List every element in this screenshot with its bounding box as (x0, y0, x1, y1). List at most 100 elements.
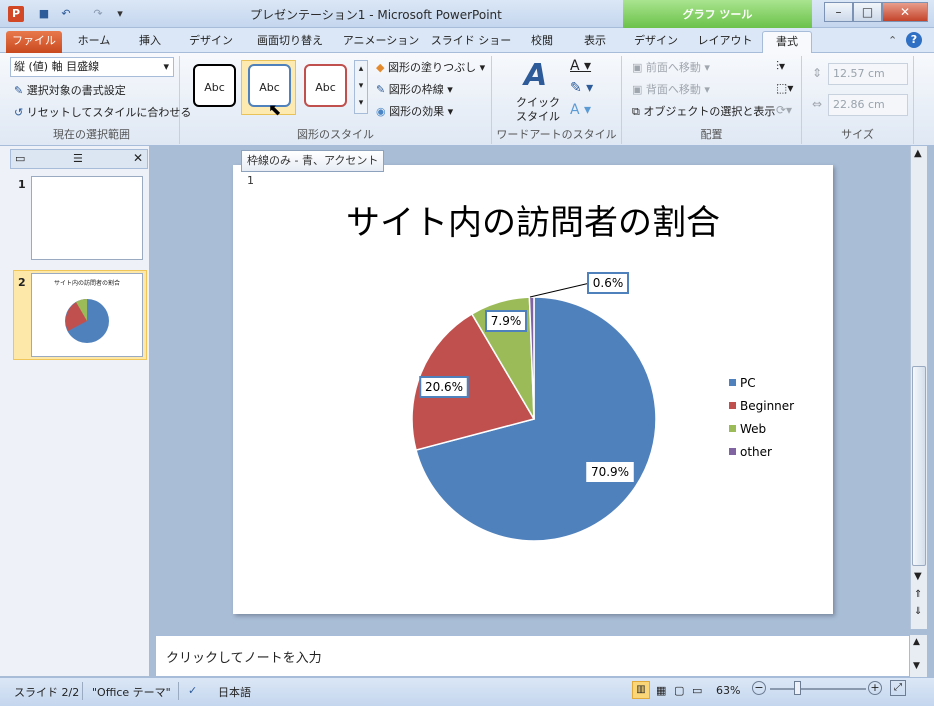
rotate-icon[interactable]: ⟳▾ (776, 103, 792, 117)
pie-chart[interactable]: 70.9% 20.6% 7.9% 0.6% PC Beginner Web other (233, 165, 833, 614)
chart-element-combo[interactable]: 縦 (値) 軸 目盛線 ▾ (10, 57, 174, 77)
tab-format[interactable]: 書式 (762, 31, 812, 53)
minimize-ribbon-icon[interactable]: ⌃ (888, 34, 897, 47)
slides-tab-icon[interactable]: ▭ (15, 152, 25, 165)
height-field[interactable]: 12.57 cm (828, 63, 908, 85)
width-field[interactable]: 22.86 cm (828, 94, 908, 116)
maximize-icon[interactable]: □ (853, 2, 882, 22)
shape-style-red[interactable]: Abc (304, 64, 347, 107)
group-objects-icon[interactable]: ⬚▾ (776, 81, 793, 95)
powerpoint-logo-icon[interactable]: P (8, 6, 24, 22)
divider (178, 682, 179, 700)
legend-label[interactable]: other (740, 445, 772, 459)
tab-animations[interactable]: アニメーション (338, 31, 424, 53)
slide-thumbnail-2[interactable]: サイト内の訪問者の割合 (31, 273, 143, 357)
pencil-icon: ✎ (376, 83, 389, 96)
slideshow-icon[interactable]: ▭ (692, 684, 702, 697)
format-selection-button[interactable]: ✎ 選択対象の書式設定 (14, 82, 126, 98)
gallery-scroll[interactable]: ▴ ▾ ▾ (354, 60, 368, 114)
zoom-out-icon[interactable]: − (752, 681, 766, 695)
zoom-in-icon[interactable]: + (868, 681, 882, 695)
bring-forward-button[interactable]: ▣ 前面へ移動 ▾ (632, 59, 710, 75)
wordart-a-icon[interactable]: A (524, 58, 547, 93)
legend-swatch (729, 425, 736, 432)
fit-to-window-icon[interactable]: ⤢ (890, 680, 906, 696)
previous-slide-icon[interactable]: ⇑ (914, 589, 922, 600)
minimize-icon[interactable]: – (824, 2, 853, 22)
close-icon[interactable]: ✕ (882, 2, 928, 22)
text-effects-icon[interactable]: A ▾ (570, 102, 591, 118)
notes-scrollbar[interactable]: ▲ ▼ (910, 635, 927, 677)
thumb-pie (65, 299, 109, 343)
notes-placeholder: クリックしてノートを入力 (166, 651, 322, 666)
chevron-down-icon[interactable]: ▾ (355, 78, 367, 95)
tab-view[interactable]: 表示 (572, 31, 618, 53)
vertical-scrollbar[interactable]: ▲ ▼ ⇑ ⇓ (910, 146, 927, 629)
customize-qat-icon[interactable]: ▾ (112, 6, 128, 22)
svg-text:20.6%: 20.6% (425, 380, 463, 394)
scroll-up-icon[interactable]: ▲ (913, 637, 920, 647)
shape-fill-button[interactable]: ◆ 図形の塗りつぶし ▾ (376, 59, 485, 75)
width-value: 22.86 cm (833, 98, 885, 111)
group-label: 図形のスタイル (297, 128, 374, 141)
legend-swatch (729, 448, 736, 455)
slide-canvas[interactable]: サイト内の訪問者の割合 70.9% 20.6% 7.9% 0.6% PC Beginner… (233, 165, 833, 614)
gallery-more-icon[interactable]: ▾ (355, 95, 367, 112)
scroll-thumb[interactable] (912, 366, 926, 566)
legend-label[interactable]: PC (740, 376, 756, 390)
shape-effects-button[interactable]: ◉ 図形の効果 ▾ (376, 103, 453, 119)
normal-view-icon[interactable]: ▥ (632, 681, 650, 699)
thumb-title: サイト内の訪問者の割合 (53, 280, 120, 287)
data-label-other[interactable]: 0.6% (587, 272, 629, 294)
zoom-level[interactable]: 63% (716, 684, 740, 697)
legend-swatch (729, 379, 736, 386)
align-icon[interactable]: ⫶▾ (776, 59, 785, 74)
legend-label[interactable]: Beginner (740, 399, 794, 413)
slide-thumbnail-1[interactable] (31, 176, 143, 260)
data-label-beginner[interactable]: 20.6% (419, 376, 469, 398)
data-label-pc[interactable]: 70.9% (586, 462, 634, 482)
tab-home[interactable]: ホーム (68, 31, 120, 53)
tab-file[interactable]: ファイル (6, 31, 62, 53)
legend-label[interactable]: Web (740, 422, 766, 436)
slide-number: 2 (18, 276, 26, 289)
selection-pane-button[interactable]: ⧉ オブジェクトの選択と表示 (632, 103, 775, 119)
close-pane-icon[interactable]: ✕ (133, 151, 143, 165)
scroll-down-icon[interactable]: ▼ (914, 571, 922, 582)
tab-slideshow[interactable]: スライド ショー (430, 31, 512, 53)
save-icon[interactable]: ■ (36, 6, 52, 22)
tab-chart-design[interactable]: デザイン (626, 31, 686, 53)
scroll-down-icon[interactable]: ▼ (913, 661, 920, 671)
shape-style-black[interactable]: Abc (193, 64, 236, 107)
chevron-up-icon[interactable]: ▴ (355, 61, 367, 78)
send-backward-button[interactable]: ▣ 背面へ移動 ▾ (632, 81, 710, 97)
reading-view-icon[interactable]: ▢ (674, 684, 684, 697)
spelling-check-icon[interactable]: ✓ (188, 684, 197, 697)
zoom-slider-thumb[interactable] (794, 681, 801, 695)
shape-outline-label: 図形の枠線 (388, 83, 444, 96)
zoom-slider-track[interactable] (770, 688, 866, 690)
reset-style-button[interactable]: ↺ リセットしてスタイルに合わせる (14, 104, 191, 120)
scroll-up-icon[interactable]: ▲ (914, 148, 922, 159)
combo-value: 縦 (値) 軸 目盛線 (14, 60, 100, 73)
language[interactable]: 日本語 (218, 684, 251, 700)
undo-icon[interactable]: ↶ (58, 6, 74, 22)
tab-insert[interactable]: 挿入 (126, 31, 174, 53)
slide-sorter-icon[interactable]: ▦ (656, 684, 666, 697)
tab-review[interactable]: 校閲 (518, 31, 566, 53)
quick-style-button[interactable]: クイック スタイル (512, 96, 564, 124)
help-icon[interactable]: ? (906, 32, 922, 48)
shape-outline-button[interactable]: ✎ 図形の枠線 ▾ (376, 81, 453, 97)
reset-icon: ↺ (14, 106, 27, 119)
next-slide-icon[interactable]: ⇓ (914, 606, 922, 617)
data-label-web[interactable]: 7.9% (485, 310, 527, 332)
theme-name[interactable]: "Office テーマ" (92, 684, 171, 700)
text-outline-icon[interactable]: ✎ ▾ (570, 80, 593, 96)
text-fill-icon[interactable]: A ▾ (570, 58, 591, 74)
notes-pane[interactable]: クリックしてノートを入力 (155, 635, 910, 677)
tab-transitions[interactable]: 画面切り替え (248, 31, 332, 53)
tab-layout[interactable]: レイアウト (692, 31, 758, 53)
outline-tab-icon[interactable]: ☰ (73, 152, 83, 165)
redo-icon[interactable]: ↷ (90, 6, 106, 22)
tab-design[interactable]: デザイン (180, 31, 242, 53)
